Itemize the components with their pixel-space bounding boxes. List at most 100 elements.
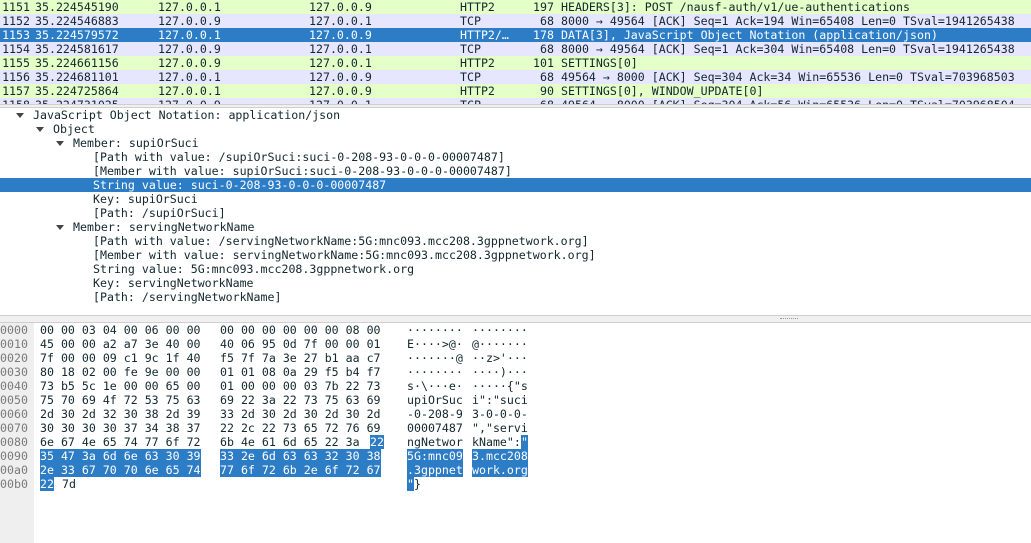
packet-row[interactable]: 1157 35.224725864 127.0.0.1 127.0.0.9 HTTP2 9… <box>0 84 1031 98</box>
ascii-bytes[interactable]: ngNetwor <box>407 435 463 449</box>
hex-bytes[interactable]: 22 <box>40 477 54 491</box>
ascii-bytes[interactable]: ····)··· <box>472 365 528 379</box>
packet-row[interactable]: 1153 35.224579572 127.0.0.1 127.0.0.9 HTTP2/… <box>0 28 1031 42</box>
tree-item[interactable]: Member: supiOrSuci <box>0 136 1031 150</box>
tree-item[interactable]: [Path with value: /supiOrSuci:suci-0-208… <box>0 150 1031 164</box>
ascii-bytes[interactable]: ·······@ <box>407 351 463 365</box>
packet-source: 127.0.0.9 <box>158 42 221 56</box>
expand-arrow-icon[interactable] <box>14 108 26 122</box>
packet-length: 101 <box>533 56 554 70</box>
hex-bytes-highlight[interactable]: 22 <box>370 435 384 449</box>
packet-list[interactable]: 1151 35.224545190 127.0.0.1 127.0.0.9 HTTP2 1… <box>0 0 1031 104</box>
expand-arrow-icon[interactable] <box>54 136 66 150</box>
ascii-bytes[interactable]: " <box>407 477 414 491</box>
ascii-bytes[interactable]: i":"suci <box>472 393 528 407</box>
tree-item[interactable]: [Path with value: /servingNetworkName:5G… <box>0 234 1031 248</box>
hex-bytes[interactable]: 30 30 30 30 37 34 38 37 <box>40 421 201 435</box>
bytes-row: 0030 80 18 02 00 fe 9e 00 00 01 01 08 0a 2… <box>0 365 1031 379</box>
ascii-bytes[interactable]: upiOrSuc <box>407 393 463 407</box>
hex-bytes[interactable]: 00 00 03 04 00 06 00 00 <box>40 323 201 337</box>
packet-time: 35.224581617 <box>35 42 119 56</box>
packet-number: 1153 <box>2 28 30 42</box>
expand-arrow-icon[interactable] <box>34 122 46 136</box>
ascii-bytes[interactable]: ········ <box>407 365 463 379</box>
hex-bytes[interactable]: 77 6f 72 6b 2e 6f 72 67 <box>220 463 381 477</box>
hex-bytes[interactable]: 69 22 3a 22 73 75 63 69 <box>220 393 381 407</box>
byte-offset: 0080 <box>0 435 28 449</box>
ascii-bytes[interactable]: @······· <box>472 337 528 351</box>
hex-bytes[interactable]: 35 47 3a 6d 6e 63 30 39 <box>40 449 201 463</box>
hex-bytes[interactable]: 6b 4e 61 6d 65 22 3a <box>220 435 360 449</box>
tree-item[interactable]: Key: servingNetworkName <box>0 276 1031 290</box>
ascii-bytes[interactable]: ········ <box>407 323 463 337</box>
packet-bytes[interactable]: 0000 00 00 03 04 00 06 00 00 00 00 00 00 0… <box>0 323 1031 543</box>
pane-splitter-bottom[interactable] <box>0 315 1031 323</box>
hex-bytes[interactable]: 80 18 02 00 fe 9e 00 00 <box>40 365 201 379</box>
tree-item[interactable]: [Member with value: servingNetworkName:5… <box>0 248 1031 262</box>
packet-destination: 127.0.0.9 <box>309 28 372 42</box>
ascii-bytes[interactable]: ·····{"s <box>472 379 528 393</box>
packet-time: 35.224725864 <box>35 84 119 98</box>
hex-bytes[interactable]: 73 b5 5c 1e 00 00 65 00 <box>40 379 201 393</box>
hex-bytes[interactable]: 2d 30 2d 32 30 38 2d 39 <box>40 407 201 421</box>
hex-bytes[interactable]: 33 2d 30 2d 30 2d 30 2d <box>220 407 381 421</box>
packet-time: 35.224545190 <box>35 0 119 14</box>
packet-row[interactable]: 1154 35.224581617 127.0.0.9 127.0.0.1 TCP 68 8… <box>0 42 1031 56</box>
ascii-bytes[interactable]: -0-208-9 <box>407 407 463 421</box>
tree-item-label: [Member with value: servingNetworkName:5… <box>93 248 596 262</box>
hex-bytes[interactable]: 6e 67 4e 65 74 77 6f 72 <box>40 435 201 449</box>
hex-bytes[interactable]: 2e 33 67 70 70 6e 65 74 <box>40 463 201 477</box>
expand-arrow-icon[interactable] <box>54 220 66 234</box>
tree-item[interactable]: [Path: /supiOrSuci] <box>0 206 1031 220</box>
packet-source: 127.0.0.9 <box>158 56 221 70</box>
tree-item-label: [Member with value: supiOrSuci:suci-0-20… <box>93 164 512 178</box>
ascii-bytes[interactable]: } <box>414 477 421 491</box>
packet-length: 68 <box>540 14 554 28</box>
ascii-bytes-highlight[interactable]: " <box>521 435 528 449</box>
hex-bytes[interactable]: 40 06 95 0d 7f 00 00 01 <box>220 337 381 351</box>
ascii-bytes[interactable]: 3-0-0-0- <box>472 407 528 421</box>
packet-protocol: HTTP2/… <box>460 28 509 42</box>
packet-time: 35.224546883 <box>35 14 119 28</box>
tree-item-label: Key: servingNetworkName <box>93 276 254 290</box>
tree-item[interactable]: Object <box>0 122 1031 136</box>
packet-row[interactable]: 1151 35.224545190 127.0.0.1 127.0.0.9 HTTP2 1… <box>0 0 1031 14</box>
ascii-bytes[interactable]: .3gppnet <box>407 463 463 477</box>
tree-item[interactable]: Key: supiOrSuci <box>0 192 1031 206</box>
hex-bytes[interactable]: 75 70 69 4f 72 53 75 63 <box>40 393 201 407</box>
hex-bytes[interactable]: f5 7f 7a 3e 27 b1 aa c7 <box>220 351 381 365</box>
ascii-bytes[interactable]: work.org <box>472 463 528 477</box>
byte-offset: 0000 <box>0 323 28 337</box>
tree-item[interactable]: String value: 5G:mnc093.mcc208.3gppnetwo… <box>0 262 1031 276</box>
tree-item-label: [Path with value: /servingNetworkName:5G… <box>93 234 589 248</box>
ascii-bytes[interactable]: s·\···e· <box>407 379 463 393</box>
hex-bytes[interactable]: 33 2e 6d 63 63 32 30 38 <box>220 449 381 463</box>
ascii-bytes[interactable]: 3.mcc208 <box>472 449 528 463</box>
hex-bytes[interactable]: 22 2c 22 73 65 72 76 69 <box>220 421 381 435</box>
hex-bytes[interactable]: 45 00 00 a2 a7 3e 40 00 <box>40 337 201 351</box>
ascii-bytes[interactable]: ","servi <box>472 421 528 435</box>
tree-item[interactable]: Member: servingNetworkName <box>0 220 1031 234</box>
ascii-bytes[interactable]: kName": <box>472 435 521 449</box>
packet-length: 178 <box>533 28 554 42</box>
hex-bytes[interactable]: 7d <box>62 477 76 491</box>
hex-bytes[interactable]: 01 01 08 0a 29 f5 b4 f7 <box>220 365 381 379</box>
packet-details-tree[interactable]: JavaScript Object Notation: application/… <box>0 108 1031 315</box>
ascii-bytes[interactable]: ··z>'··· <box>472 351 528 365</box>
hex-bytes[interactable]: 00 00 00 00 00 00 08 00 <box>220 323 381 337</box>
ascii-bytes[interactable]: 5G:mnc09 <box>407 449 463 463</box>
packet-row[interactable]: 1152 35.224546883 127.0.0.9 127.0.0.1 TCP 68 8… <box>0 14 1031 28</box>
tree-item-label: Member: supiOrSuci <box>73 136 199 150</box>
tree-item[interactable]: [Path: /servingNetworkName] <box>0 290 1031 304</box>
ascii-bytes[interactable]: ········ <box>472 323 528 337</box>
packet-row[interactable]: 1156 35.224681101 127.0.0.1 127.0.0.9 TCP 68 4… <box>0 70 1031 84</box>
tree-item[interactable]: JavaScript Object Notation: application/… <box>0 108 1031 122</box>
tree-item[interactable]: [Member with value: supiOrSuci:suci-0-20… <box>0 164 1031 178</box>
ascii-bytes[interactable]: 00007487 <box>407 421 463 435</box>
hex-bytes[interactable]: 01 00 00 00 03 7b 22 73 <box>220 379 381 393</box>
tree-item[interactable]: String value: suci-0-208-93-0-0-0-000074… <box>0 178 1031 192</box>
hex-bytes[interactable]: 7f 00 00 09 c1 9c 1f 40 <box>40 351 201 365</box>
packet-row[interactable]: 1155 35.224661156 127.0.0.9 127.0.0.1 HTTP2 1… <box>0 56 1031 70</box>
byte-offset: 0060 <box>0 407 28 421</box>
ascii-bytes[interactable]: E····>@· <box>407 337 463 351</box>
